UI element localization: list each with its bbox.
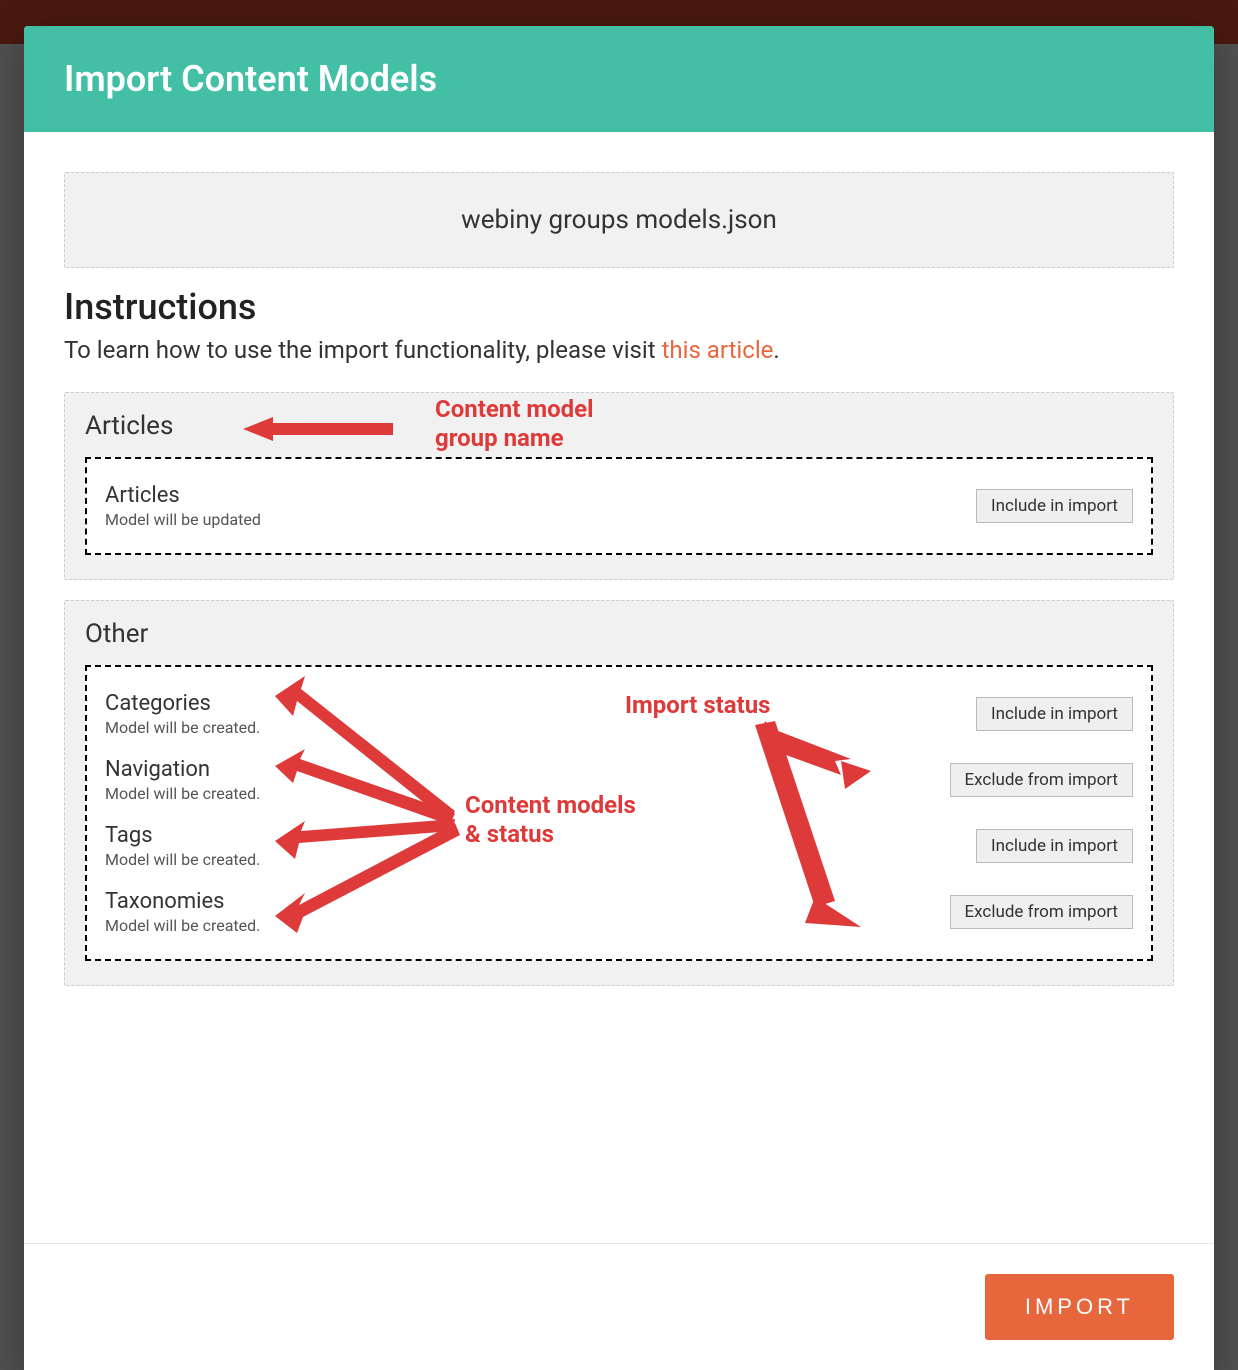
modal-body: webiny groups models.json Instructions T… [24, 132, 1214, 1243]
instructions-text: To learn how to use the import functiona… [64, 336, 1174, 364]
model-row: Taxonomies Model will be created. Exclud… [105, 879, 1133, 945]
group-articles: Articles Content model group name Articl… [64, 392, 1174, 580]
model-row: Categories Model will be created. Includ… [105, 681, 1133, 747]
model-name: Taxonomies [105, 889, 260, 914]
model-status: Model will be updated [105, 510, 261, 529]
instructions-suffix: . [773, 336, 779, 364]
model-info: Articles Model will be updated [105, 483, 261, 529]
instructions-link[interactable]: this article [662, 336, 774, 364]
exclude-button[interactable]: Exclude from import [950, 895, 1134, 929]
model-info: Taxonomies Model will be created. [105, 889, 260, 935]
model-status: Model will be created. [105, 916, 260, 935]
model-info: Tags Model will be created. [105, 823, 260, 869]
import-models-modal: Import Content Models webiny groups mode… [24, 26, 1214, 1370]
file-name-box: webiny groups models.json [64, 172, 1174, 268]
instructions-heading: Instructions [64, 286, 1174, 328]
model-name: Articles [105, 483, 261, 508]
exclude-button[interactable]: Exclude from import [950, 763, 1134, 797]
modal-footer: IMPORT [24, 1243, 1214, 1370]
model-status: Model will be created. [105, 850, 260, 869]
models-container: Categories Model will be created. Includ… [85, 665, 1153, 961]
model-row: Navigation Model will be created. Exclud… [105, 747, 1133, 813]
include-button[interactable]: Include in import [976, 829, 1133, 863]
model-row: Tags Model will be created. Include in i… [105, 813, 1133, 879]
group-title: Articles [85, 411, 1153, 441]
import-button[interactable]: IMPORT [985, 1274, 1174, 1340]
modal-title: Import Content Models [24, 26, 1214, 132]
group-title: Other [85, 619, 1153, 649]
model-name: Navigation [105, 757, 260, 782]
model-name: Tags [105, 823, 260, 848]
model-row: Articles Model will be updated Include i… [105, 473, 1133, 539]
model-status: Model will be created. [105, 784, 260, 803]
include-button[interactable]: Include in import [976, 489, 1133, 523]
include-button[interactable]: Include in import [976, 697, 1133, 731]
model-name: Categories [105, 691, 260, 716]
group-other: Other Categories Model will be created. … [64, 600, 1174, 986]
model-info: Categories Model will be created. [105, 691, 260, 737]
model-status: Model will be created. [105, 718, 260, 737]
models-container: Articles Model will be updated Include i… [85, 457, 1153, 555]
model-info: Navigation Model will be created. [105, 757, 260, 803]
instructions-prefix: To learn how to use the import functiona… [64, 336, 662, 364]
